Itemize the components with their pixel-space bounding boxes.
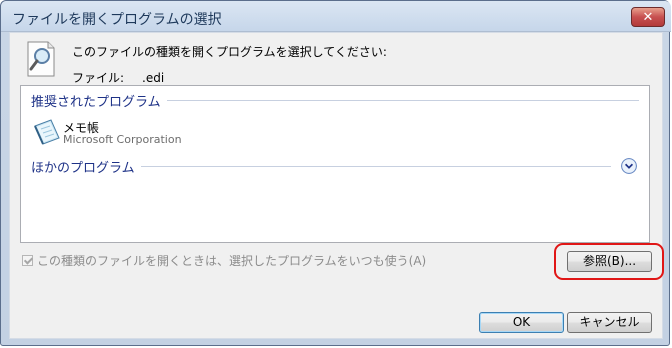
notepad-icon bbox=[34, 119, 60, 145]
always-use-label: この種類のファイルを開くときは、選択したプログラムをいつも使う(A) bbox=[37, 254, 427, 268]
file-search-icon bbox=[27, 41, 55, 77]
close-button[interactable]: ✕ bbox=[631, 7, 665, 27]
browse-button[interactable]: 参照(B)... bbox=[567, 251, 652, 272]
instruction-text: このファイルの種類を開くプログラムを選択してください: bbox=[72, 45, 387, 59]
dialog-body: このファイルの種類を開くプログラムを選択してください: ファイル: .edi 推奨… bbox=[9, 32, 664, 339]
program-list[interactable]: 推奨されたプログラム メモ帳 Microsoft Corporation ほかの… bbox=[20, 85, 650, 243]
file-info: ファイル: .edi bbox=[72, 69, 164, 86]
always-use-checkbox[interactable]: この種類のファイルを開くときは、選択したプログラムをいつも使う(A) bbox=[22, 252, 426, 269]
recommended-programs-header: 推奨されたプログラム bbox=[31, 92, 639, 110]
program-company: Microsoft Corporation bbox=[63, 133, 182, 146]
program-item-notepad[interactable]: メモ帳 Microsoft Corporation bbox=[31, 116, 331, 152]
file-label: ファイル: bbox=[72, 71, 125, 85]
window-title: ファイルを開くプログラムの選択 bbox=[12, 12, 222, 28]
chevron-down-icon[interactable] bbox=[621, 158, 637, 174]
title-bar[interactable]: ファイルを開くプログラムの選択 ✕ bbox=[1, 1, 671, 32]
recommended-programs-label: 推奨されたプログラム bbox=[31, 94, 161, 110]
group-divider bbox=[166, 99, 639, 101]
other-programs-header[interactable]: ほかのプログラム bbox=[31, 158, 639, 176]
checkbox-box[interactable] bbox=[22, 255, 33, 266]
group-divider bbox=[140, 165, 611, 167]
file-name: .edi bbox=[142, 71, 165, 85]
ok-button[interactable]: OK bbox=[479, 312, 564, 333]
cancel-button[interactable]: キャンセル bbox=[567, 312, 652, 333]
other-programs-label: ほかのプログラム bbox=[31, 160, 135, 176]
dialog-window: ファイルを開くプログラムの選択 ✕ このファイルの種類を開くプログラムを選択して… bbox=[0, 0, 671, 346]
